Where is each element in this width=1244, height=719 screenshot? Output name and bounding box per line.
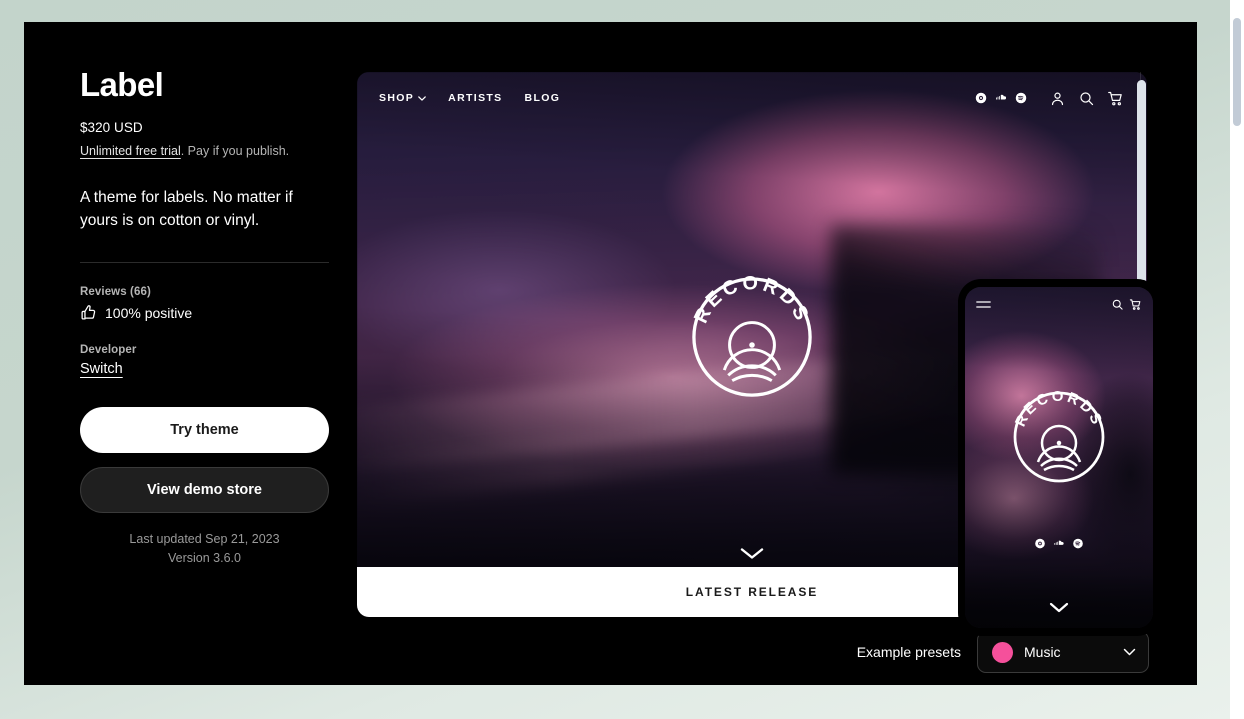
reviews-score: 100% positive xyxy=(105,304,193,321)
theme-tagline: A theme for labels. No matter if yours i… xyxy=(80,189,293,229)
storefront-nav-actions xyxy=(975,90,1124,107)
chevron-down-icon[interactable] xyxy=(1048,601,1070,614)
account-icon[interactable] xyxy=(1049,90,1066,107)
theme-version-info: Last updated Sep 21, 2023 Version 3.6.0 xyxy=(80,531,329,566)
spotify-icon[interactable] xyxy=(1073,538,1084,549)
page-title: Label xyxy=(80,66,164,103)
view-demo-store-button[interactable]: View demo store xyxy=(80,467,329,514)
soundcloud-icon[interactable] xyxy=(995,92,1007,104)
try-theme-button[interactable]: Try theme xyxy=(80,407,329,454)
soundcloud-icon[interactable] xyxy=(1054,538,1065,549)
nav-link-artists[interactable]: ARTISTS xyxy=(448,92,502,104)
trial-note: Unlimited free trial. Pay if you publish… xyxy=(80,142,330,160)
theme-info-sidebar: Label $320 USD Unlimited free trial. Pay… xyxy=(80,66,330,566)
search-icon[interactable] xyxy=(1078,90,1095,107)
mobile-preview-frame[interactable]: RECORDS xyxy=(959,280,1159,635)
mobile-nav-actions xyxy=(1111,298,1142,311)
vinyl-record-icon xyxy=(1036,424,1082,472)
theme-detail-panel: Label $320 USD Unlimited free trial. Pay… xyxy=(24,22,1197,685)
vinyl-record-icon xyxy=(722,320,782,382)
example-presets-label: Example presets xyxy=(856,644,961,660)
theme-preview: SHOP ARTISTS BLOG RECORDS LATEST RELEASE… xyxy=(357,72,1159,635)
cart-icon[interactable] xyxy=(1129,298,1142,311)
reviews-label: Reviews (66) xyxy=(80,286,151,299)
developer-link[interactable]: Switch xyxy=(80,361,123,377)
preset-selected-value: Music xyxy=(1024,644,1061,660)
nav-link-shop-label: SHOP xyxy=(379,92,415,104)
storefront-nav: SHOP ARTISTS BLOG xyxy=(357,72,1147,124)
example-presets-bar: Example presets Music xyxy=(357,630,1177,674)
hamburger-menu-icon[interactable] xyxy=(976,299,991,310)
svg-text:RECORDS: RECORDS xyxy=(1012,388,1106,429)
storefront-nav-links: SHOP ARTISTS BLOG xyxy=(379,92,560,104)
developer-label: Developer xyxy=(80,344,137,357)
preset-color-swatch xyxy=(992,641,1013,663)
reviews-row: 100% positive xyxy=(80,304,330,321)
nav-link-blog[interactable]: BLOG xyxy=(525,92,561,104)
chevron-down-icon[interactable] xyxy=(739,546,765,561)
preset-select[interactable]: Music xyxy=(977,631,1149,673)
page-scrollbar-thumb[interactable] xyxy=(1233,18,1241,126)
trial-note-rest: . Pay if you publish. xyxy=(180,144,290,159)
mobile-storefront-nav xyxy=(965,287,1153,321)
last-updated-text: Last updated Sep 21, 2023 xyxy=(129,532,280,547)
social-icon-group xyxy=(975,92,1027,104)
records-logo-text: RECORDS xyxy=(690,272,810,326)
chevron-down-icon xyxy=(1123,648,1136,656)
spotify-icon[interactable] xyxy=(1015,92,1027,104)
mobile-preview-screen: RECORDS xyxy=(965,287,1153,628)
nav-link-blog-label: BLOG xyxy=(524,92,561,104)
thumbs-up-icon xyxy=(80,304,97,321)
version-text: Version 3.6.0 xyxy=(168,550,241,565)
unlimited-free-trial-link[interactable]: Unlimited free trial xyxy=(80,144,181,158)
nav-link-artists-label: ARTISTS xyxy=(448,92,503,104)
latest-release-label: LATEST RELEASE xyxy=(685,585,819,599)
records-logo: RECORDS xyxy=(690,272,814,397)
mobile-records-logo: RECORDS xyxy=(1012,388,1106,483)
cart-icon[interactable] xyxy=(1107,90,1124,107)
chevron-down-icon xyxy=(418,95,427,101)
page-scrollbar[interactable] xyxy=(1230,0,1244,719)
sidebar-divider xyxy=(80,262,329,264)
mobile-records-logo-text: RECORDS xyxy=(1012,388,1103,429)
nav-link-shop[interactable]: SHOP xyxy=(379,92,427,104)
search-icon[interactable] xyxy=(1111,298,1124,311)
theme-price: $320 USD xyxy=(80,120,143,136)
instagram-icon[interactable] xyxy=(975,92,987,104)
instagram-icon[interactable] xyxy=(1035,538,1046,549)
mobile-social-icon-group xyxy=(1035,538,1084,549)
svg-text:RECORDS: RECORDS xyxy=(690,272,814,326)
